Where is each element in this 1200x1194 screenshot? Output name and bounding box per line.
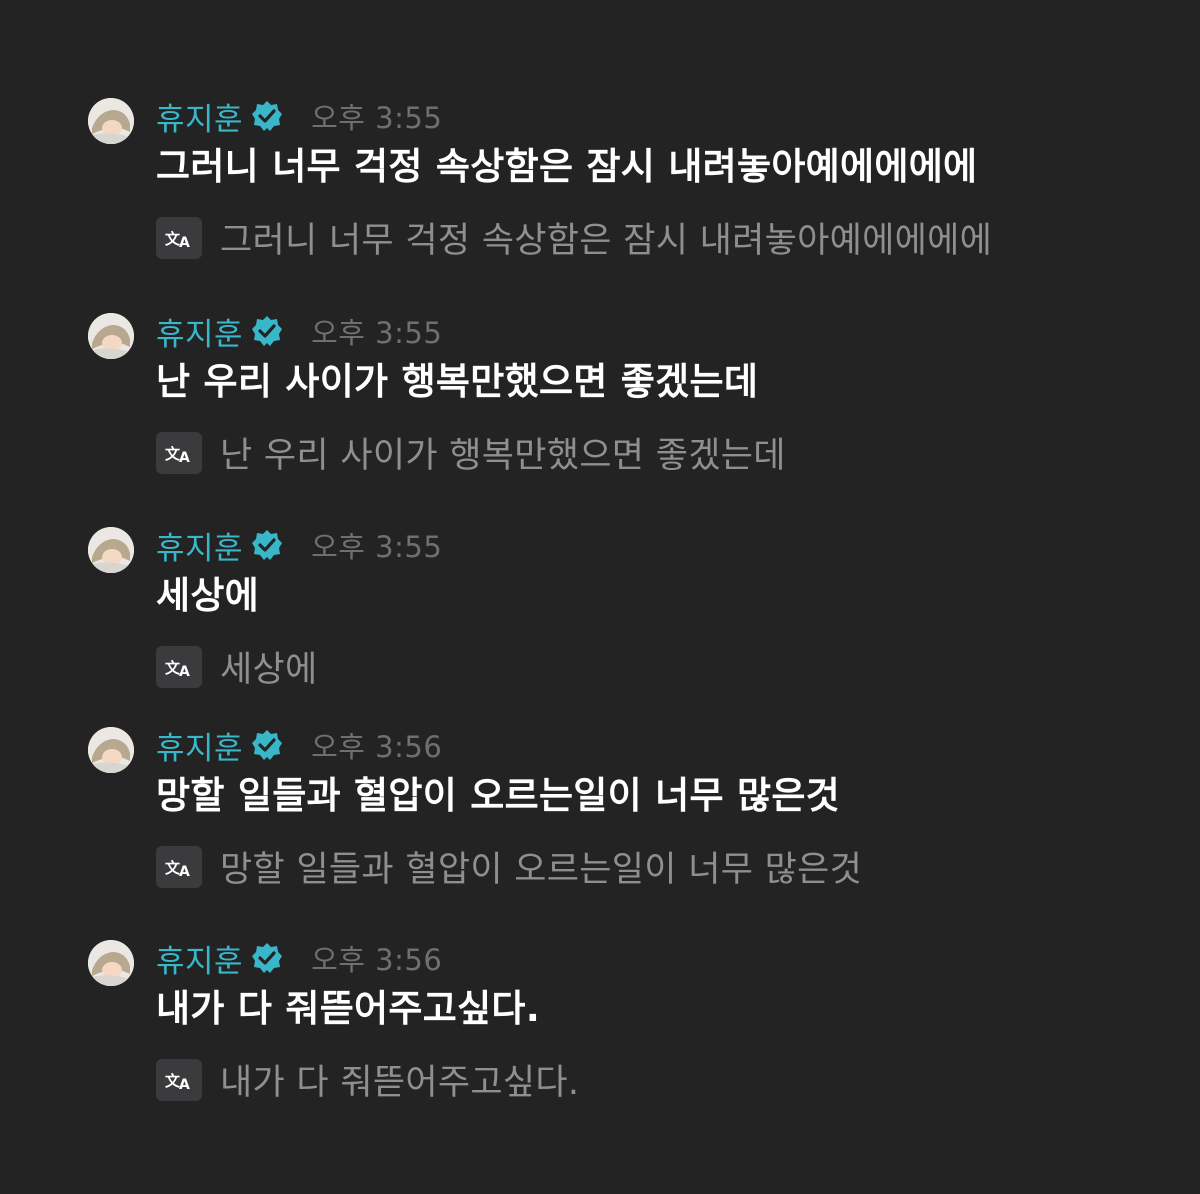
svg-text:A: A [179, 235, 190, 249]
avatar[interactable] [88, 940, 134, 986]
message-translation: 文A 망할 일들과 혈압이 오르는일이 너무 많은것 [156, 841, 862, 892]
message-timestamp: 오후 3:55 [311, 101, 443, 135]
svg-text:A: A [179, 450, 190, 464]
translated-text: 내가 다 줘뜯어주고싶다. [220, 1063, 580, 1103]
translate-icon[interactable]: 文A [156, 845, 202, 888]
translate-icon[interactable]: 文A [156, 645, 202, 688]
translated-text: 세상에 [220, 650, 318, 690]
message-header: 휴지훈 오후 3:56 [156, 723, 443, 768]
avatar[interactable] [88, 727, 134, 773]
message-timestamp: 오후 3:55 [311, 530, 443, 564]
svg-text:A: A [179, 664, 190, 678]
svg-text:A: A [179, 1077, 190, 1091]
avatar[interactable] [88, 98, 134, 144]
message-translation: 文A 내가 다 줘뜯어주고싶다. [156, 1054, 579, 1105]
svg-text:A: A [179, 864, 190, 878]
verified-badge-icon [251, 529, 283, 561]
message-header: 휴지훈 오후 3:55 [156, 523, 443, 568]
message-text: 세상에 [156, 574, 260, 617]
translated-text: 난 우리 사이가 행복만했으면 좋겠는데 [220, 436, 786, 476]
message-timestamp: 오후 3:55 [311, 316, 443, 350]
author-name[interactable]: 휴지훈 [156, 936, 243, 981]
author-name[interactable]: 휴지훈 [156, 94, 243, 139]
message-translation: 文A 세상에 [156, 641, 318, 692]
author-name[interactable]: 휴지훈 [156, 523, 243, 568]
message-text: 난 우리 사이가 행복만했으면 좋겠는데 [156, 360, 759, 403]
avatar[interactable] [88, 527, 134, 573]
message-translation: 文A 난 우리 사이가 행복만했으면 좋겠는데 [156, 427, 786, 478]
author-name[interactable]: 휴지훈 [156, 723, 243, 768]
verified-badge-icon [251, 315, 283, 347]
author-name[interactable]: 휴지훈 [156, 309, 243, 354]
message-text: 망할 일들과 혈압이 오르는일이 너무 많은것 [156, 774, 841, 817]
verified-badge-icon [251, 942, 283, 974]
verified-badge-icon [251, 100, 283, 132]
message-header: 휴지훈 오후 3:55 [156, 309, 443, 354]
message-timestamp: 오후 3:56 [311, 730, 443, 764]
message-timestamp: 오후 3:56 [311, 943, 443, 977]
verified-badge-icon [251, 729, 283, 761]
message-text: 그러니 너무 걱정 속상함은 잠시 내려놓아예에에에에 [156, 145, 978, 188]
translated-text: 그러니 너무 걱정 속상함은 잠시 내려놓아예에에에에 [220, 221, 993, 261]
message-header: 휴지훈 오후 3:56 [156, 936, 443, 981]
translate-icon[interactable]: 文A [156, 216, 202, 259]
translate-icon[interactable]: 文A [156, 431, 202, 474]
avatar[interactable] [88, 313, 134, 359]
translate-icon[interactable]: 文A [156, 1058, 202, 1101]
message-header: 휴지훈 오후 3:55 [156, 94, 443, 139]
message-text: 내가 다 줘뜯어주고싶다. [156, 987, 541, 1030]
message-translation: 文A 그러니 너무 걱정 속상함은 잠시 내려놓아예에에에에 [156, 212, 992, 263]
translated-text: 망할 일들과 혈압이 오르는일이 너무 많은것 [220, 850, 863, 890]
